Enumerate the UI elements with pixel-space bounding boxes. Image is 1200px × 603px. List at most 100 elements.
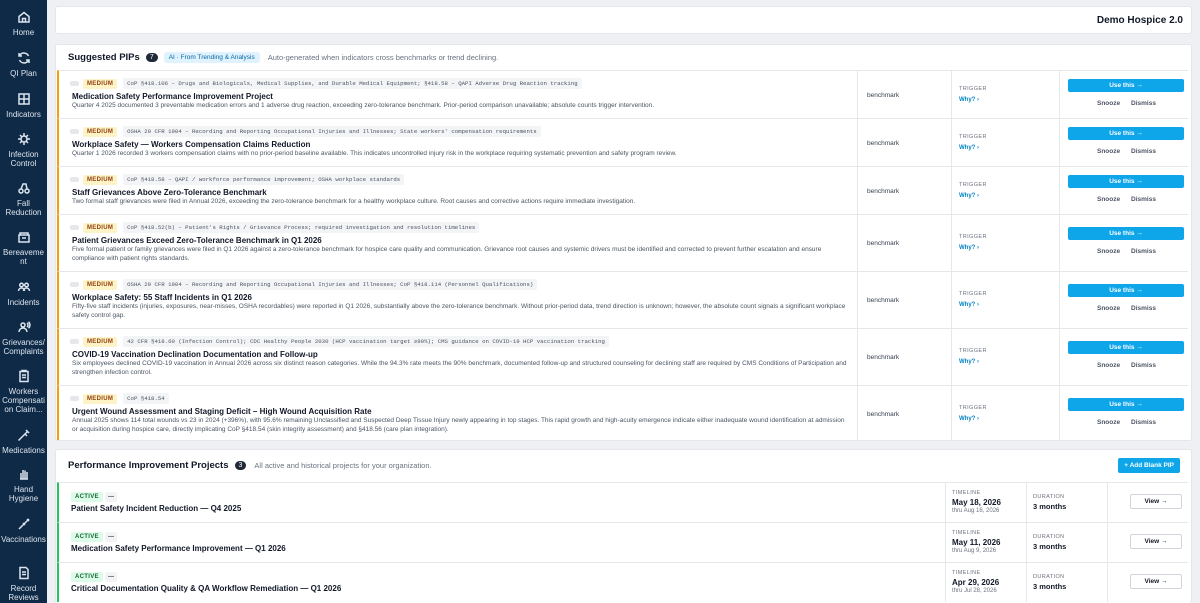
severity-badge: MEDIUM	[83, 222, 118, 233]
divider	[1059, 215, 1060, 271]
sidebar-item-home[interactable]: Home	[0, 10, 47, 37]
sidebar-item-incidents[interactable]: Incidents	[0, 280, 47, 307]
why-link[interactable]: Why? ›	[959, 302, 979, 308]
timeline-start: May 11, 2026	[952, 538, 1001, 547]
pip-meta: MEDIUM OSHA 29 CFR 1904 – Recording and …	[70, 279, 538, 290]
sidebar: Home QI Plan Indicators Infection Contro…	[0, 0, 47, 603]
snooze-button[interactable]: Snooze	[1097, 248, 1120, 255]
trigger-label: TRIGGER	[959, 405, 987, 411]
tag-badge: —	[105, 532, 117, 542]
sidebar-item-vaccinations[interactable]: Vaccinations	[0, 517, 47, 544]
why-link[interactable]: Why? ›	[959, 416, 979, 422]
sidebar-item-label: Home	[12, 28, 35, 37]
why-link[interactable]: Why? ›	[959, 245, 979, 251]
use-this-button[interactable]: Use this →	[1068, 284, 1184, 297]
pip-source: benchmark	[867, 240, 900, 247]
snooze-button[interactable]: Snooze	[1097, 305, 1120, 312]
view-button[interactable]: View →	[1130, 534, 1182, 549]
use-this-button[interactable]: Use this →	[1068, 398, 1184, 411]
severity-badge: MEDIUM	[83, 393, 118, 404]
trigger-label: TRIGGER	[959, 86, 987, 92]
top-bar: Demo Hospice 2.0	[55, 6, 1192, 34]
suggested-pip-row: MEDIUM OSHA 29 CFR 1904 – Recording and …	[57, 271, 1188, 328]
clipboard-icon	[17, 369, 31, 383]
project-row[interactable]: ACTIVE — Patient Safety Incident Reducti…	[57, 482, 1188, 522]
snooze-button[interactable]: Snooze	[1097, 148, 1120, 155]
add-blank-pip-button[interactable]: + Add Blank PIP	[1118, 458, 1180, 473]
sidebar-item-indicators[interactable]: Indicators	[0, 92, 47, 119]
project-row[interactable]: ACTIVE — Critical Documentation Quality …	[57, 562, 1188, 602]
sidebar-item-fall-reduction[interactable]: Fall Reduction	[0, 181, 47, 217]
dismiss-button[interactable]: Dismiss	[1131, 148, 1156, 155]
sidebar-item-medications[interactable]: Medications	[0, 428, 47, 455]
sidebar-item-workers-compensation[interactable]: Workers Compensation Claim...	[0, 369, 47, 414]
status-badge: ACTIVE	[71, 572, 103, 582]
citation: CoP §418.54	[123, 393, 169, 404]
divider	[945, 563, 946, 602]
pip-title: Workplace Safety: 55 Staff Incidents in …	[72, 293, 252, 302]
snooze-button[interactable]: Snooze	[1097, 362, 1120, 369]
duration-value: 3 months	[1033, 542, 1067, 551]
home-icon	[17, 10, 31, 24]
trigger-label: TRIGGER	[959, 134, 987, 140]
project-row[interactable]: ACTIVE — Medication Safety Performance I…	[57, 522, 1188, 562]
ai-badge: AI · From Trending & Analysis	[163, 52, 260, 63]
panel-title: Performance Improvement Projects	[68, 460, 229, 471]
use-this-button[interactable]: Use this →	[1068, 227, 1184, 240]
divider	[857, 386, 858, 440]
dismiss-button[interactable]: Dismiss	[1131, 248, 1156, 255]
refresh-icon	[17, 51, 31, 65]
dismiss-button[interactable]: Dismiss	[1131, 196, 1156, 203]
sidebar-item-infection-control[interactable]: Infection Control	[0, 132, 47, 168]
snooze-button[interactable]: Snooze	[1097, 100, 1120, 107]
main-content: Demo Hospice 2.0 Suggested PIPs 7 AI · F…	[55, 0, 1192, 603]
view-button[interactable]: View →	[1130, 574, 1182, 589]
needle-icon	[17, 517, 31, 531]
dismiss-button[interactable]: Dismiss	[1131, 100, 1156, 107]
timeline-end: thru Aug 16, 2026	[952, 508, 1000, 514]
pip-meta: MEDIUM CoP §418.52(b) – Patient's Rights…	[70, 222, 480, 233]
sidebar-item-hand-hygiene[interactable]: Hand Hygiene	[0, 467, 47, 503]
sidebar-item-qi-plan[interactable]: QI Plan	[0, 51, 47, 78]
pip-description: Quarter 4 2025 documented 3 preventable …	[72, 102, 655, 109]
suggested-pip-row: MEDIUM CoP §418.106 – Drugs and Biologic…	[57, 70, 1188, 118]
pip-title: Staff Grievances Above Zero-Tolerance Be…	[72, 188, 267, 197]
dismiss-button[interactable]: Dismiss	[1131, 305, 1156, 312]
chip	[70, 225, 79, 230]
sidebar-item-bereavement[interactable]: Bereavement	[0, 230, 47, 266]
timeline-end: thru Jul 28, 2026	[952, 588, 997, 594]
use-this-button[interactable]: Use this →	[1068, 127, 1184, 140]
user-voice-icon	[17, 320, 31, 334]
sidebar-item-grievances[interactable]: Grievances/ Complaints	[0, 320, 47, 356]
citation: CoP §418.58 – QAPI / workforce performan…	[123, 174, 405, 185]
sidebar-item-label: Vaccinations	[1, 535, 46, 544]
suggested-pip-row: MEDIUM CoP §418.58 – QAPI / workforce pe…	[57, 166, 1188, 214]
why-link[interactable]: Why? ›	[959, 193, 979, 199]
dismiss-button[interactable]: Dismiss	[1131, 419, 1156, 426]
timeline-start: Apr 29, 2026	[952, 578, 1000, 587]
use-this-button[interactable]: Use this →	[1068, 175, 1184, 188]
divider	[1107, 523, 1108, 562]
divider	[951, 71, 952, 118]
snooze-button[interactable]: Snooze	[1097, 196, 1120, 203]
duration-label: DURATION	[1033, 574, 1065, 580]
sidebar-item-record-reviews[interactable]: Record Reviews	[0, 566, 47, 602]
view-button[interactable]: View →	[1130, 494, 1182, 509]
sidebar-item-label: QI Plan	[10, 69, 37, 78]
use-this-button[interactable]: Use this →	[1068, 79, 1184, 92]
use-this-button[interactable]: Use this →	[1068, 341, 1184, 354]
dismiss-button[interactable]: Dismiss	[1131, 362, 1156, 369]
divider	[857, 71, 858, 118]
trigger-label: TRIGGER	[959, 291, 987, 297]
chip	[70, 339, 79, 344]
projects-panel: Performance Improvement Projects 3 All a…	[55, 449, 1192, 603]
sidebar-item-label: Workers Compensation Claim...	[2, 387, 45, 414]
why-link[interactable]: Why? ›	[959, 145, 979, 151]
project-title: Medication Safety Performance Improvemen…	[71, 544, 286, 553]
snooze-button[interactable]: Snooze	[1097, 419, 1120, 426]
why-link[interactable]: Why? ›	[959, 359, 979, 365]
virus-icon	[17, 132, 31, 146]
why-link[interactable]: Why? ›	[959, 97, 979, 103]
pip-meta: MEDIUM CoP §418.106 – Drugs and Biologic…	[70, 78, 582, 89]
sidebar-item-label: Indicators	[6, 110, 41, 119]
